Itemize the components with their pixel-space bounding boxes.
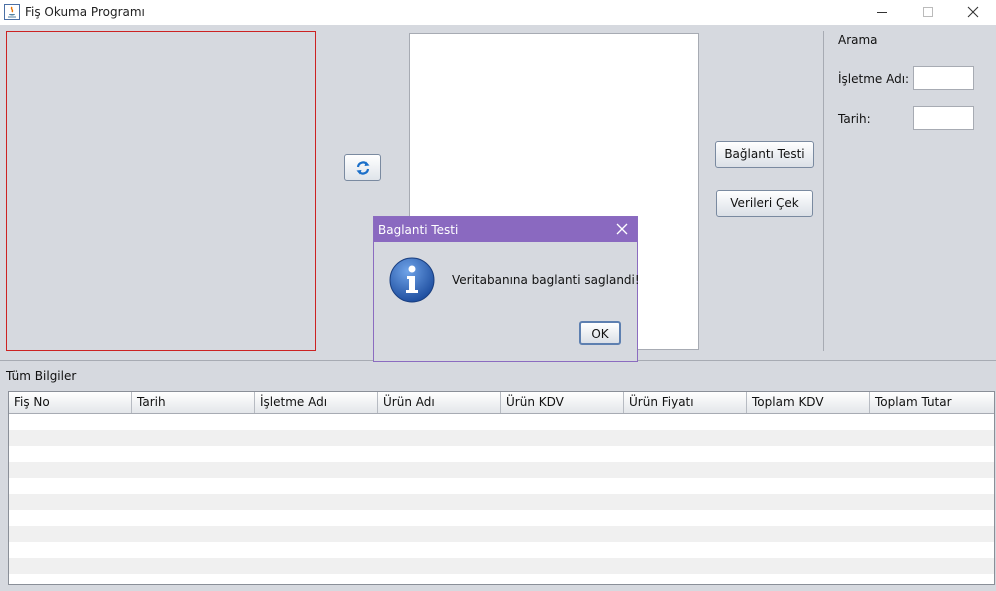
table-row-stripe: [9, 526, 994, 542]
table-row-stripe: [9, 510, 994, 526]
dialog-title: Baglanti Testi: [378, 223, 459, 237]
table-row-stripe: [9, 478, 994, 494]
date-label: Tarih:: [838, 112, 871, 126]
maximize-icon: [923, 7, 933, 17]
column-header-business-name[interactable]: İşletme Adı: [255, 392, 378, 413]
receipts-table[interactable]: Fiş No Tarih İşletme Adı Ürün Adı Ürün K…: [8, 391, 995, 585]
business-name-input[interactable]: [913, 66, 974, 90]
info-icon: [388, 256, 436, 304]
dialog-message: Veritabanına baglanti saglandi!: [452, 273, 640, 287]
table-row-stripe: [9, 558, 994, 574]
date-input[interactable]: [913, 106, 974, 130]
business-name-label: İşletme Adı:: [838, 72, 910, 86]
close-icon: [967, 6, 979, 18]
table-row-stripe: [9, 574, 994, 584]
table-body: [9, 414, 994, 584]
table-row-stripe: [9, 462, 994, 478]
column-header-receipt-no[interactable]: Fiş No: [9, 392, 132, 413]
refresh-icon: [356, 161, 370, 175]
window-title: Fiş Okuma Programı: [25, 5, 145, 19]
java-app-icon: [4, 4, 20, 20]
maximize-button[interactable]: [905, 0, 951, 25]
dialog-close-icon: [616, 223, 628, 235]
all-info-label: Tüm Bilgiler: [6, 369, 77, 383]
ok-button[interactable]: OK: [579, 321, 621, 345]
receipt-image-panel: [6, 31, 316, 351]
table-row-stripe: [9, 542, 994, 558]
connection-test-button[interactable]: Bağlantı Testi: [715, 141, 814, 168]
table-row-stripe: [9, 414, 994, 430]
vertical-divider: [823, 31, 824, 351]
dialog-titlebar: Baglanti Testi: [374, 217, 637, 242]
column-header-product-vat[interactable]: Ürün KDV: [501, 392, 624, 413]
connection-test-dialog: Baglanti Testi Veritabanına baglanti sag…: [373, 216, 640, 362]
table-row-stripe: [9, 430, 994, 446]
fetch-data-button[interactable]: Verileri Çek: [716, 190, 813, 217]
column-header-total-vat[interactable]: Toplam KDV: [747, 392, 870, 413]
table-row-stripe: [9, 446, 994, 462]
column-header-product-price[interactable]: Ürün Fiyatı: [624, 392, 747, 413]
column-header-product-name[interactable]: Ürün Adı: [378, 392, 501, 413]
search-heading: Arama: [838, 33, 878, 47]
minimize-button[interactable]: [859, 0, 905, 25]
refresh-button[interactable]: [344, 154, 381, 181]
table-row-stripe: [9, 494, 994, 510]
dialog-close-button[interactable]: [607, 217, 637, 242]
close-button[interactable]: [950, 0, 996, 25]
minimize-icon: [877, 12, 887, 13]
column-header-total-amount[interactable]: Toplam Tutar: [870, 392, 994, 413]
table-header: Fiş No Tarih İşletme Adı Ürün Adı Ürün K…: [9, 392, 994, 414]
window-titlebar: Fiş Okuma Programı: [0, 0, 996, 25]
column-header-date[interactable]: Tarih: [132, 392, 255, 413]
